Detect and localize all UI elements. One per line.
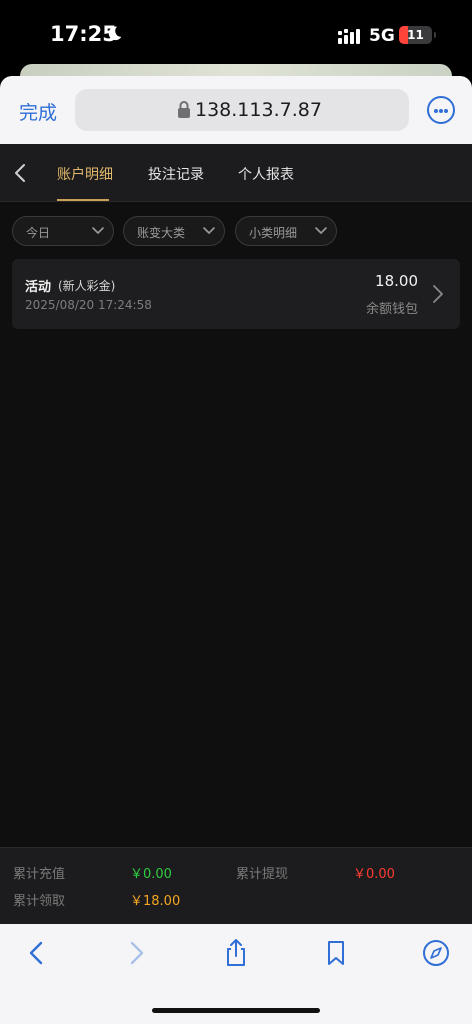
filter-label: 小类明细 xyxy=(249,226,298,240)
filter-label: 账变大类 xyxy=(137,226,186,240)
lock-icon xyxy=(178,101,190,118)
status-bar: 17:25 5G 11 xyxy=(0,0,472,68)
total-recharge-label: 累计充值 xyxy=(13,867,66,882)
transaction-title: 活动 xyxy=(25,280,52,295)
transaction-row[interactable]: 活动 (新人彩金) 2025/08/20 17:24:58 18.00 余额钱包 xyxy=(12,259,460,329)
transaction-subtitle: (新人彩金) xyxy=(58,279,116,293)
transaction-amount: 18.00 xyxy=(375,272,418,290)
chevron-down-icon xyxy=(92,227,104,234)
total-claim-label: 累计领取 xyxy=(13,894,66,909)
bookmarks-icon[interactable] xyxy=(321,938,351,968)
tab-personal-report[interactable]: 个人报表 xyxy=(238,164,294,184)
url-text: 138.113.7.87 xyxy=(195,99,322,121)
battery-level: 11 xyxy=(407,28,424,42)
home-indicator xyxy=(152,1008,320,1013)
total-claim-value: ￥18.00 xyxy=(130,894,181,909)
main-content: 今日 账变大类 小类明细 活动 (新人彩金) 2025/08/20 17:24:… xyxy=(0,202,472,847)
total-recharge-value: ￥0.00 xyxy=(130,867,172,882)
total-withdraw-value: ￥0.00 xyxy=(353,867,395,882)
battery-icon: 11 xyxy=(399,26,432,44)
filter-subcategory[interactable]: 小类明细 xyxy=(235,216,337,246)
more-options-button[interactable] xyxy=(427,96,455,124)
chevron-down-icon xyxy=(203,227,215,234)
active-tab-indicator xyxy=(57,199,109,201)
chevron-left-icon[interactable] xyxy=(12,162,28,184)
total-withdraw-label: 累计提现 xyxy=(236,867,289,882)
tab-bet-records[interactable]: 投注记录 xyxy=(148,164,204,184)
done-button[interactable]: 完成 xyxy=(19,98,57,125)
compass-icon[interactable] xyxy=(421,938,451,968)
filter-date[interactable]: 今日 xyxy=(12,216,114,246)
network-type: 5G xyxy=(369,26,395,46)
app-header: 账户明细 投注记录 个人报表 xyxy=(0,144,472,202)
tab-account-details[interactable]: 账户明细 xyxy=(57,164,113,184)
transaction-time: 2025/08/20 17:24:58 xyxy=(25,298,152,312)
share-icon[interactable] xyxy=(221,938,251,968)
signal-icon xyxy=(338,29,360,44)
chevron-down-icon xyxy=(315,227,327,234)
url-field[interactable]: 138.113.7.87 xyxy=(75,89,409,131)
forward-arrow-icon[interactable] xyxy=(121,938,151,968)
filter-category[interactable]: 账变大类 xyxy=(123,216,225,246)
chevron-right-icon xyxy=(433,285,443,303)
battery-nub xyxy=(434,32,436,38)
back-arrow-icon[interactable] xyxy=(22,938,52,968)
totals-summary: 累计充值 ￥0.00 累计提现 ￥0.00 累计领取 ￥18.00 xyxy=(0,847,472,924)
moon-icon xyxy=(108,26,122,41)
filter-label: 今日 xyxy=(26,226,51,240)
transaction-wallet: 余额钱包 xyxy=(365,302,418,317)
